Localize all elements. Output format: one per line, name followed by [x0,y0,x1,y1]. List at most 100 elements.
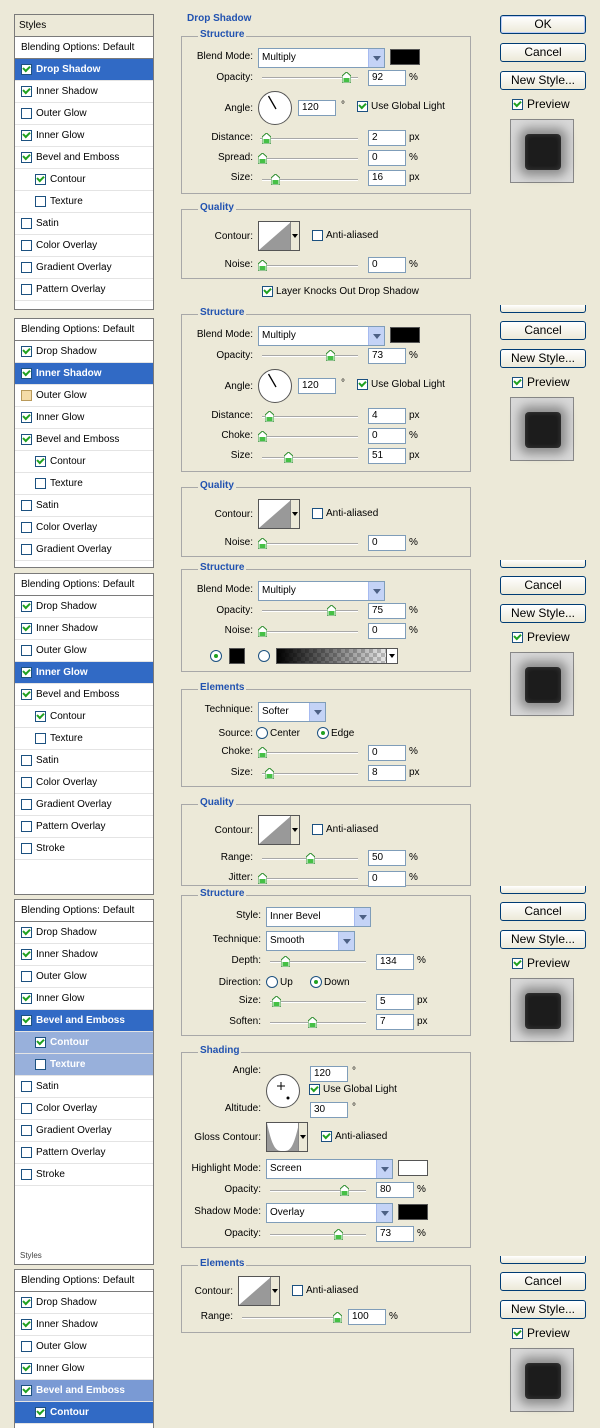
checkbox[interactable] [21,1147,32,1158]
direction-up-radio[interactable]: Up [266,976,293,988]
style-item-bevel-emboss[interactable]: Bevel and Emboss [15,684,153,706]
checkbox[interactable] [512,98,523,110]
noise-input[interactable]: 0 [368,623,406,639]
size-input[interactable]: 51 [368,448,406,464]
style-item-inner-glow[interactable]: Inner Glow [15,1358,153,1380]
style-item-stroke[interactable]: Stroke [15,838,153,860]
slider-thumb-icon[interactable] [258,153,267,164]
style-item-color-overlay[interactable]: Color Overlay [15,1098,153,1120]
size-input[interactable]: 16 [368,170,406,186]
checkbox[interactable] [21,799,32,810]
gloss-contour-picker[interactable] [266,1122,308,1152]
cancel-button[interactable]: Cancel [500,902,586,921]
style-item-outer-glow[interactable]: Outer Glow [15,385,153,407]
slider-thumb-icon[interactable] [308,1017,317,1028]
checkbox[interactable] [35,1407,46,1418]
contour-picker[interactable] [258,221,300,251]
range-slider[interactable] [242,1312,342,1324]
noise-slider[interactable] [258,538,358,550]
style-item-bevel-emboss[interactable]: Bevel and Emboss [15,429,153,451]
solid-color-radio[interactable] [210,650,224,662]
checkbox[interactable] [21,412,32,423]
checkbox[interactable] [21,500,32,511]
use-global-light-checkbox[interactable]: Use Global Light [357,101,445,112]
style-item-drop-shadow[interactable]: Drop Shadow [15,1292,153,1314]
style-item-inner-glow[interactable]: Inner Glow [15,988,153,1010]
style-item-satin[interactable]: Satin [15,213,153,235]
checkbox[interactable] [21,971,32,982]
slider-thumb-icon[interactable] [271,174,280,185]
style-item-bevel-emboss[interactable]: Bevel and Emboss [15,1380,153,1402]
style-item-bevel-emboss[interactable]: Bevel and Emboss [15,147,153,169]
range-input[interactable]: 100 [348,1309,386,1325]
style-item-contour[interactable]: Contour [15,451,153,473]
checkbox[interactable] [309,1084,320,1095]
checkbox[interactable] [21,240,32,251]
checkbox[interactable] [21,64,32,75]
checkbox[interactable] [21,1363,32,1374]
blend-mode-dropdown[interactable]: Multiply [258,581,385,601]
checkbox[interactable] [21,601,32,612]
preview-checkbox[interactable]: Preview [512,1326,570,1340]
spread-slider[interactable] [258,153,358,165]
layer-knocks-out-checkbox[interactable]: Layer Knocks Out Drop Shadow [262,286,419,297]
noise-input[interactable]: 0 [368,535,406,551]
checkbox[interactable] [35,456,46,467]
radio-button[interactable] [266,976,278,988]
checkbox[interactable] [21,1081,32,1092]
checkbox[interactable] [21,262,32,273]
shadow-opacity-slider[interactable] [270,1229,366,1241]
choke-input[interactable]: 0 [368,428,406,444]
style-item-inner-shadow[interactable]: Inner Shadow [15,944,153,966]
new-style-button[interactable]: New Style... [500,930,586,949]
cancel-button[interactable]: Cancel [500,1272,586,1291]
slider-thumb-icon[interactable] [306,853,315,864]
use-global-light-checkbox[interactable]: Use Global Light [309,1084,397,1095]
checkbox[interactable] [21,755,32,766]
range-input[interactable]: 50 [368,850,406,866]
checkbox[interactable] [21,1015,32,1026]
checkbox[interactable] [292,1285,303,1296]
shadow-mode-dropdown[interactable]: Overlay [266,1203,393,1223]
checkbox[interactable] [357,101,368,112]
checkbox[interactable] [21,544,32,555]
slider-thumb-icon[interactable] [284,452,293,463]
checkbox[interactable] [35,196,46,207]
checkbox[interactable] [21,1319,32,1330]
checkbox[interactable] [21,821,32,832]
ok-button[interactable] [500,886,586,894]
style-item-inner-shadow[interactable]: Inner Shadow [15,363,153,385]
checkbox[interactable] [21,390,32,401]
checkbox[interactable] [21,218,32,229]
slider-thumb-icon[interactable] [258,626,267,637]
highlight-opacity-input[interactable]: 80 [376,1182,414,1198]
angle-dial[interactable] [258,369,292,403]
radio-button[interactable] [258,650,270,662]
style-item-texture[interactable]: Texture [15,191,153,213]
size-input[interactable]: 8 [368,765,406,781]
radio-button[interactable] [310,976,322,988]
checkbox[interactable] [21,689,32,700]
checkbox[interactable] [35,733,46,744]
checkbox[interactable] [21,927,32,938]
highlight-color-swatch[interactable] [398,1160,428,1176]
style-item-satin[interactable]: Satin [15,495,153,517]
style-item-color-overlay[interactable]: Color Overlay [15,772,153,794]
checkbox[interactable] [21,1125,32,1136]
checkbox[interactable] [21,434,32,445]
choke-slider[interactable] [258,747,358,759]
style-item-inner-glow[interactable]: Inner Glow [15,407,153,429]
checkbox[interactable] [21,667,32,678]
noise-slider[interactable] [258,626,358,638]
cancel-button[interactable]: Cancel [500,576,586,595]
checkbox[interactable] [21,522,32,533]
angle-input[interactable]: 120 [298,378,336,394]
style-item-bevel-emboss[interactable]: Bevel and Emboss [15,1010,153,1032]
contour-picker[interactable] [258,499,300,529]
highlight-mode-dropdown[interactable]: Screen [266,1159,393,1179]
style-item-gradient-overlay[interactable]: Gradient Overlay [15,1120,153,1142]
new-style-button[interactable]: New Style... [500,1300,586,1319]
slider-thumb-icon[interactable] [258,538,267,549]
preview-checkbox[interactable]: Preview [512,97,570,111]
checkbox[interactable] [321,1131,332,1142]
